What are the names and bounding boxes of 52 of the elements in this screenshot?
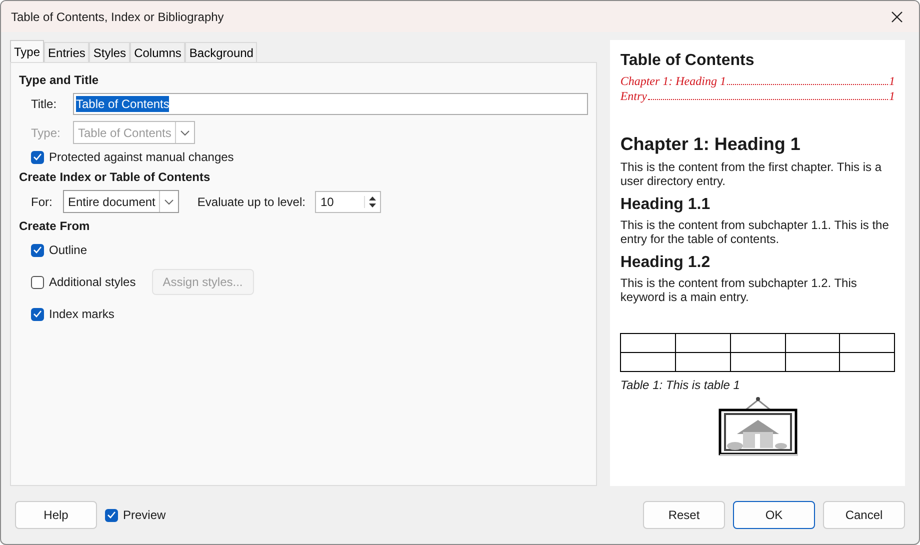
checkbox[interactable] [31, 308, 44, 320]
tab[interactable]: Background [185, 42, 258, 62]
checkbox-label: Preview [123, 508, 166, 522]
checkbox-label: Protected against manual changes [49, 150, 234, 164]
caret-icon [180, 130, 190, 136]
field-label: Title: [31, 97, 58, 111]
tab[interactable]: Type [10, 40, 44, 62]
check-icon [33, 153, 42, 161]
down-arrow-icon [368, 202, 378, 208]
tab[interactable]: Entries [44, 42, 90, 62]
dialog-button[interactable]: Reset [643, 501, 725, 529]
toc-entry: Chapter 1: Heading 1 [620, 74, 726, 89]
dialog-button[interactable]: OK [733, 501, 815, 529]
table-caption: Table 1: This is table 1 [620, 378, 741, 392]
section-heading: Create From [19, 219, 91, 233]
check-icon [33, 310, 42, 318]
close-icon [891, 10, 903, 22]
field-label: For: [31, 194, 54, 208]
selected-text: Table of Contents [76, 96, 170, 112]
paragraph: This is the content from subchapter 1.1. This is the entry for the table of contents. [620, 218, 890, 246]
caret-icon [164, 198, 174, 204]
help-button[interactable]: Help [15, 501, 97, 529]
tab[interactable]: Styles [89, 42, 130, 62]
toc-title: Table of Contents [620, 52, 756, 70]
window-title: Table of Contents, Index or Bibliography [11, 10, 225, 24]
heading: Chapter 1: Heading 1 [620, 134, 802, 155]
checkbox[interactable] [105, 508, 118, 522]
title-field[interactable]: Table of Contents [73, 93, 588, 115]
page-number: 1 [889, 89, 895, 104]
field-label: Type: [31, 126, 62, 140]
heading: Heading 1.1 [620, 196, 712, 214]
check-icon [33, 246, 42, 254]
field-label: Evaluate up to level: [197, 194, 306, 208]
toc-entry: Entry [620, 89, 647, 104]
scope-dropdown[interactable]: Entire document [63, 190, 180, 213]
page-number: 1 [889, 74, 895, 89]
checkbox[interactable] [31, 244, 44, 256]
section-heading: Create Index or Table of Contents [19, 170, 212, 184]
tab[interactable]: Columns [130, 42, 186, 62]
level-spin-field[interactable]: 10 [315, 190, 382, 212]
checkbox-label: Additional styles [49, 275, 136, 289]
paragraph: This is the content from the first chapter. This is a user directory entry. [620, 160, 883, 188]
checkbox-label: Index marks [49, 307, 114, 321]
dialog-button[interactable]: Cancel [823, 501, 905, 529]
checkbox-label: Outline [49, 243, 88, 257]
heading: Heading 1.2 [620, 254, 712, 272]
paragraph: This is the content from subchapter 1.2. This keyword is a main entry. [620, 276, 858, 304]
up-arrow-icon [368, 196, 378, 200]
section-heading: Type and Title [19, 73, 100, 87]
checkbox[interactable] [31, 150, 44, 164]
checkbox[interactable] [31, 276, 44, 288]
check-icon [107, 511, 116, 519]
